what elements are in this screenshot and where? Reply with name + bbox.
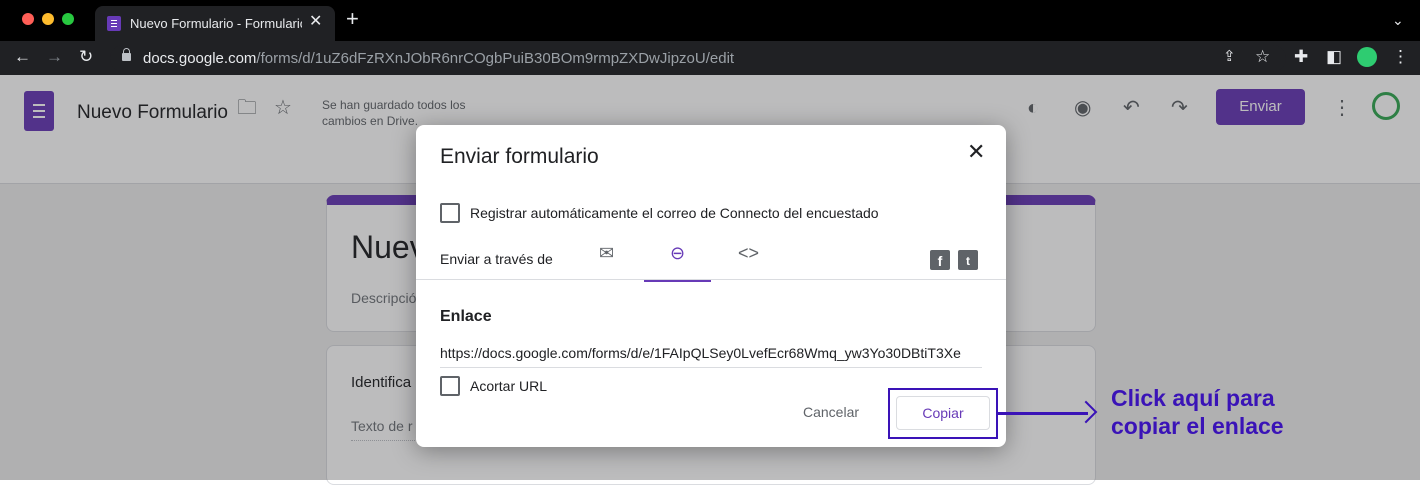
embed-code-icon: <> xyxy=(737,243,760,263)
url-text: docs.google.com/forms/d/1uZ6dFzRXnJObR6n… xyxy=(143,50,735,67)
browser-tab[interactable]: Nuevo Formulario - Formulario ✕ xyxy=(95,6,335,41)
cancel-button[interactable]: Cancelar xyxy=(803,404,859,420)
browser-menu-icon[interactable]: ⋮ xyxy=(1392,48,1409,66)
window-close-dot[interactable] xyxy=(22,13,34,25)
forms-favicon-icon xyxy=(107,16,121,31)
address-bar[interactable]: docs.google.com/forms/d/1uZ6dFzRXnJObR6n… xyxy=(110,45,1286,72)
collect-email-label: Registrar automáticamente el correo de C… xyxy=(470,205,879,221)
annotation-line-1: Click aquí para xyxy=(1111,385,1275,411)
link-url-field[interactable]: https://docs.google.com/forms/d/e/1FAIpQ… xyxy=(440,345,982,368)
shorten-url-label: Acortar URL xyxy=(470,378,548,394)
new-tab-icon[interactable]: + xyxy=(346,8,359,30)
link-icon: ⊖ xyxy=(669,243,686,263)
collect-email-checkbox[interactable] xyxy=(440,203,460,223)
chevron-down-icon[interactable]: ⌄ xyxy=(1392,12,1404,29)
profile-avatar[interactable] xyxy=(1357,47,1377,67)
reload-icon[interactable]: ↻ xyxy=(79,48,93,66)
back-icon[interactable]: ← xyxy=(14,48,31,66)
extensions-icon[interactable]: ✚ xyxy=(1294,48,1308,66)
lock-icon xyxy=(122,48,131,61)
facebook-icon[interactable]: f xyxy=(930,250,950,270)
annotation-note: Click aquí para copiar el enlace xyxy=(1111,384,1411,440)
copy-highlight-box xyxy=(888,388,998,439)
twitter-icon[interactable]: t xyxy=(958,250,978,270)
tab-email[interactable]: ✉ xyxy=(573,243,640,279)
mail-icon: ✉ xyxy=(598,243,615,263)
tab-title: Nuevo Formulario - Formulario xyxy=(130,16,302,31)
tab-close-icon[interactable]: ✕ xyxy=(309,14,322,30)
window-minimize-dot[interactable] xyxy=(42,13,54,25)
divider xyxy=(416,279,1006,280)
browser-nav-bar: ← → ↻ docs.google.com/forms/d/1uZ6dFzRXn… xyxy=(0,41,1420,75)
dialog-title: Enviar formulario xyxy=(440,145,599,168)
shorten-url-checkbox[interactable] xyxy=(440,376,460,396)
close-icon[interactable]: ✕ xyxy=(967,141,985,163)
send-via-label: Enviar a través de xyxy=(440,251,553,267)
star-icon[interactable]: ☆ xyxy=(1255,48,1270,66)
link-heading: Enlace xyxy=(440,308,492,325)
annotation-line-2: copiar el enlace xyxy=(1111,413,1284,439)
share-icon[interactable]: ⇪ xyxy=(1223,48,1236,66)
tab-embed[interactable]: <> xyxy=(715,243,782,279)
sidebar-icon[interactable]: ◧ xyxy=(1326,48,1342,66)
browser-tab-bar: Nuevo Formulario - Formulario ✕ + ⌄ xyxy=(0,0,1420,41)
window-zoom-dot[interactable] xyxy=(62,13,74,25)
forward-icon[interactable]: → xyxy=(46,48,63,66)
tab-link[interactable]: ⊖ xyxy=(644,243,711,282)
